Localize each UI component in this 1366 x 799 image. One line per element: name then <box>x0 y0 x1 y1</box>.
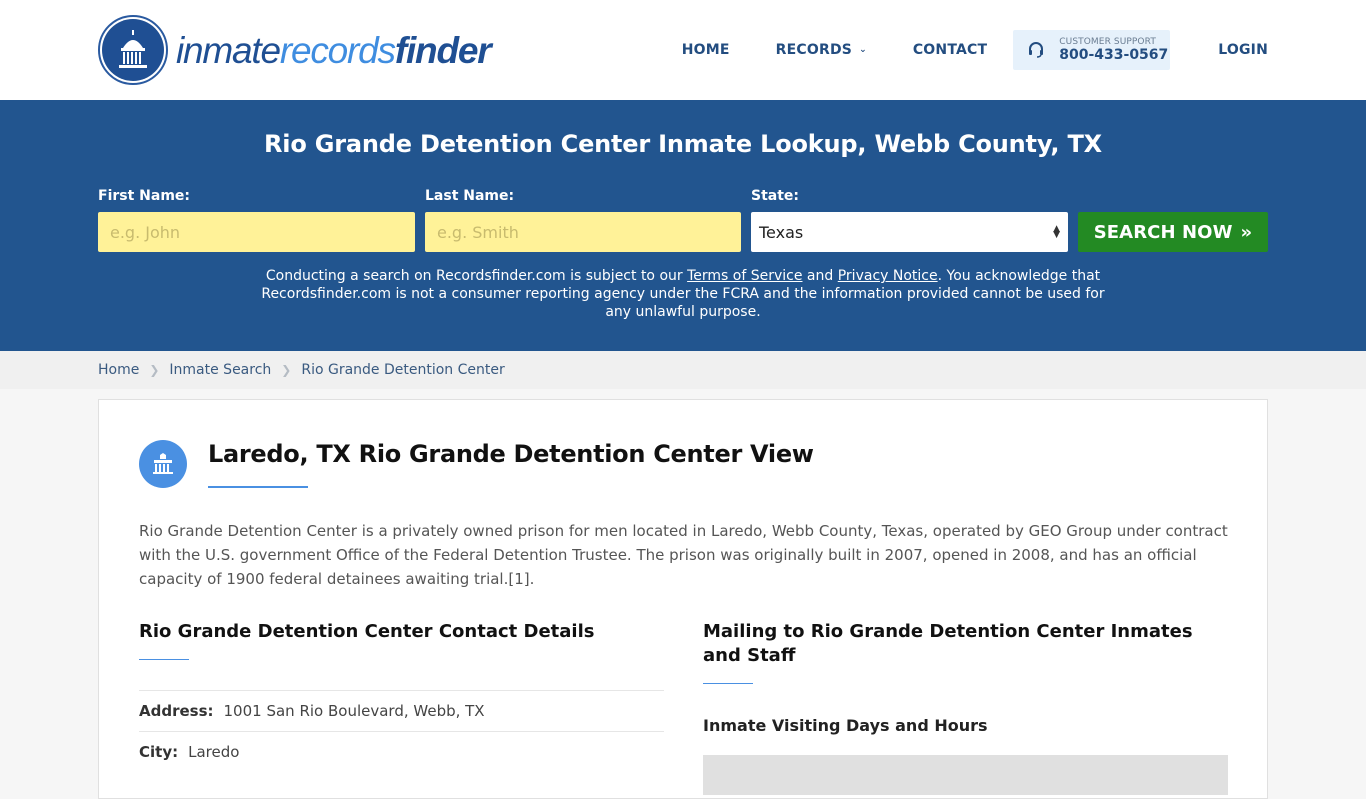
breadcrumb-home[interactable]: Home <box>98 362 139 378</box>
disclaimer-text-1: Conducting a search on Recordsfinder.com… <box>265 268 688 284</box>
disclaimer-and: and <box>802 268 838 284</box>
facility-title: Laredo, TX Rio Grande Detention Center V… <box>208 440 814 468</box>
nav-records[interactable]: RECORDS ⌄ <box>776 42 867 58</box>
first-name-label: First Name: <box>98 188 191 204</box>
logo-part-finder: finder <box>394 29 492 71</box>
privacy-notice-link[interactable]: Privacy Notice <box>838 268 938 284</box>
breadcrumb: Home ❯ Inmate Search ❯ Rio Grande Detent… <box>0 351 1366 389</box>
mailing-section: Mailing to Rio Grande Detention Center I… <box>703 620 1228 795</box>
support-phone: 800-433-0567 <box>1059 47 1169 63</box>
visiting-hours-box <box>703 755 1228 795</box>
state-select[interactable]: Texas ▲ ▼ <box>751 212 1068 252</box>
nav-home[interactable]: HOME <box>682 42 730 58</box>
facility-card: Laredo, TX Rio Grande Detention Center V… <box>98 399 1268 799</box>
search-disclaimer: Conducting a search on Recordsfinder.com… <box>255 267 1111 321</box>
chevron-right-icon: ❯ <box>149 363 160 377</box>
last-name-label: Last Name: <box>425 188 515 204</box>
first-name-input[interactable] <box>98 212 415 252</box>
address-value: 1001 San Rio Boulevard, Webb, TX <box>223 702 485 720</box>
search-hero: Rio Grande Detention Center Inmate Looku… <box>0 100 1366 351</box>
nav-login[interactable]: LOGIN <box>1218 42 1268 58</box>
detail-row-city: City: Laredo <box>139 731 664 772</box>
select-arrows-icon: ▲ ▼ <box>1053 224 1060 240</box>
site-logo[interactable]: inmaterecordsfinder <box>98 15 492 85</box>
terms-of-service-link[interactable]: Terms of Service <box>687 268 802 284</box>
city-key: City: <box>139 743 179 761</box>
search-now-button[interactable]: SEARCH NOW » <box>1078 212 1268 252</box>
page-title: Rio Grande Detention Center Inmate Looku… <box>264 130 1102 158</box>
double-chevron-right-icon: » <box>1240 221 1253 243</box>
search-now-label: SEARCH NOW <box>1093 221 1233 243</box>
breadcrumb-inmate-search[interactable]: Inmate Search <box>169 362 271 378</box>
state-label: State: <box>751 188 800 204</box>
state-selected-value: Texas <box>759 222 804 242</box>
site-header: inmaterecordsfinder HOME RECORDS ⌄ CONTA… <box>0 0 1366 100</box>
contact-details-section: Rio Grande Detention Center Contact Deta… <box>139 620 664 772</box>
logo-part-records: records <box>279 29 396 71</box>
nav-records-label: RECORDS <box>775 42 853 58</box>
title-underline <box>208 486 308 488</box>
visiting-hours-title: Inmate Visiting Days and Hours <box>703 716 988 735</box>
address-key: Address: <box>139 702 214 720</box>
last-name-input[interactable] <box>425 212 741 252</box>
section-underline <box>703 683 753 684</box>
jail-building-icon <box>139 440 187 488</box>
headset-icon <box>1029 42 1044 58</box>
main-nav: HOME RECORDS ⌄ CONTACT CUSTOMER SUPPORT … <box>682 30 1268 70</box>
mailing-title: Mailing to Rio Grande Detention Center I… <box>703 621 1193 666</box>
logo-wordmark: inmaterecordsfinder <box>176 29 492 71</box>
breadcrumb-current[interactable]: Rio Grande Detention Center <box>301 362 504 378</box>
support-label: CUSTOMER SUPPORT <box>1059 37 1156 47</box>
nav-contact[interactable]: CONTACT <box>913 42 987 58</box>
logo-part-inmate: inmate <box>176 29 281 71</box>
city-value: Laredo <box>188 743 240 761</box>
chevron-right-icon: ❯ <box>281 363 292 377</box>
facility-description: Rio Grande Detention Center is a private… <box>139 522 1228 588</box>
contact-details-title: Rio Grande Detention Center Contact Deta… <box>139 621 595 642</box>
capitol-logo-icon <box>98 15 168 85</box>
chevron-down-icon: ⌄ <box>859 45 867 55</box>
customer-support-button[interactable]: CUSTOMER SUPPORT 800-433-0567 <box>1013 30 1171 70</box>
detail-row-address: Address: 1001 San Rio Boulevard, Webb, T… <box>139 690 664 731</box>
